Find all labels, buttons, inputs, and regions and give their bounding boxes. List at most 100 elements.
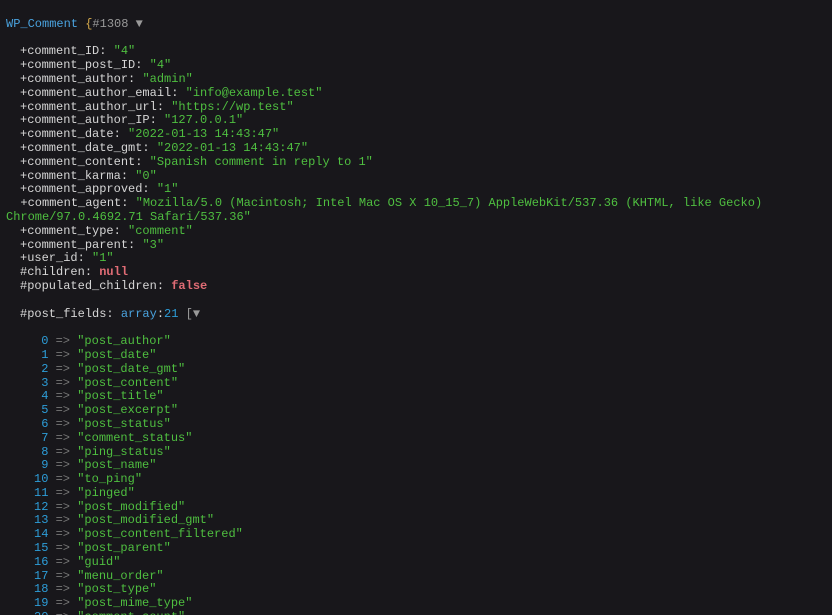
property-value: "4" bbox=[150, 58, 172, 72]
property-value: "2022-01-13 14:43:47" bbox=[128, 127, 279, 141]
array-index: 7 bbox=[34, 431, 48, 445]
property-row: +comment_author_IP: "127.0.0.1" bbox=[6, 114, 826, 128]
property-name: comment_type bbox=[27, 224, 113, 238]
array-index: 9 bbox=[34, 458, 48, 472]
array-item: 10 => "to_ping" bbox=[6, 473, 826, 487]
array-item: 4 => "post_title" bbox=[6, 390, 826, 404]
array-item: 7 => "comment_status" bbox=[6, 432, 826, 446]
arrow-icon: => bbox=[56, 569, 70, 583]
property-value: "info@example.test" bbox=[186, 86, 323, 100]
property-name: comment_approved bbox=[27, 182, 142, 196]
property-row: +comment_author_url: "https://wp.test" bbox=[6, 101, 826, 115]
array-item: 17 => "menu_order" bbox=[6, 570, 826, 584]
array-item: 14 => "post_content_filtered" bbox=[6, 528, 826, 542]
property-row: +comment_author: "admin" bbox=[6, 73, 826, 87]
dump-header[interactable]: WP_Comment {#1308 ▼ bbox=[6, 18, 826, 32]
property-value: null bbox=[99, 265, 128, 279]
property-name: comment_post_ID bbox=[27, 58, 135, 72]
object-id: #1308 bbox=[92, 17, 128, 31]
property-row: +comment_date_gmt: "2022-01-13 14:43:47" bbox=[6, 142, 826, 156]
property-row: +comment_approved: "1" bbox=[6, 183, 826, 197]
array-item: 11 => "pinged" bbox=[6, 487, 826, 501]
arrow-icon: => bbox=[56, 486, 70, 500]
property-row: #children: null bbox=[6, 266, 826, 280]
arrow-icon: => bbox=[56, 334, 70, 348]
array-index: 17 bbox=[34, 569, 48, 583]
array-value: "post_date_gmt" bbox=[77, 362, 185, 376]
array-count: 21 bbox=[164, 307, 178, 321]
array-index: 20 bbox=[34, 610, 48, 615]
array-value: "post_modified" bbox=[77, 500, 185, 514]
property-value: "3" bbox=[142, 238, 164, 252]
property-name: comment_author_email bbox=[27, 86, 171, 100]
property-row: +user_id: "1" bbox=[6, 252, 826, 266]
arrow-icon: => bbox=[56, 582, 70, 596]
property-name: comment_date bbox=[27, 127, 113, 141]
arrow-icon: => bbox=[56, 527, 70, 541]
array-value: "menu_order" bbox=[77, 569, 163, 583]
property-value: "Spanish comment in reply to 1" bbox=[150, 155, 373, 169]
property-row: +comment_content: "Spanish comment in re… bbox=[6, 156, 826, 170]
arrow-icon: => bbox=[56, 389, 70, 403]
arrow-icon: => bbox=[56, 403, 70, 417]
array-value: "post_type" bbox=[77, 582, 156, 596]
property-row: +comment_karma: "0" bbox=[6, 170, 826, 184]
property-name: comment_author_url bbox=[27, 100, 157, 114]
post-fields-header[interactable]: #post_fields: array:21 [▼ bbox=[6, 308, 826, 322]
array-item: 13 => "post_modified_gmt" bbox=[6, 514, 826, 528]
array-value: "post_modified_gmt" bbox=[77, 513, 214, 527]
array-index: 13 bbox=[34, 513, 48, 527]
vis-marker: + bbox=[20, 196, 27, 210]
property-name: comment_agent bbox=[28, 196, 122, 210]
array-index: 0 bbox=[34, 334, 48, 348]
property-name: comment_ID bbox=[27, 44, 99, 58]
array-index: 18 bbox=[34, 582, 48, 596]
array-index: 8 bbox=[34, 445, 48, 459]
arrow-icon: => bbox=[56, 541, 70, 555]
array-index: 15 bbox=[34, 541, 48, 555]
property-value: "https://wp.test" bbox=[171, 100, 293, 114]
array-value: "post_excerpt" bbox=[77, 403, 178, 417]
array-value: "comment_count" bbox=[77, 610, 185, 615]
property-name: user_id bbox=[27, 251, 77, 265]
array-value: "ping_status" bbox=[77, 445, 171, 459]
array-item: 1 => "post_date" bbox=[6, 349, 826, 363]
property-name: comment_karma bbox=[27, 169, 121, 183]
array-label: array bbox=[121, 307, 157, 321]
array-value: "guid" bbox=[77, 555, 120, 569]
array-value: "pinged" bbox=[77, 486, 135, 500]
arrow-icon: => bbox=[56, 472, 70, 486]
array-value: "post_date" bbox=[77, 348, 156, 362]
array-item: 15 => "post_parent" bbox=[6, 542, 826, 556]
array-item: 3 => "post_content" bbox=[6, 377, 826, 391]
property-row: #populated_children: false bbox=[6, 280, 826, 294]
array-value: "post_parent" bbox=[77, 541, 171, 555]
array-item: 18 => "post_type" bbox=[6, 583, 826, 597]
toggle-icon[interactable]: ▼ bbox=[193, 307, 200, 321]
array-index: 2 bbox=[34, 362, 48, 376]
property-name: comment_date_gmt bbox=[27, 141, 142, 155]
property-value: "127.0.0.1" bbox=[164, 113, 243, 127]
array-index: 6 bbox=[34, 417, 48, 431]
arrow-icon: => bbox=[56, 417, 70, 431]
property-row: +comment_post_ID: "4" bbox=[6, 59, 826, 73]
arrow-icon: => bbox=[56, 348, 70, 362]
array-item: 12 => "post_modified" bbox=[6, 501, 826, 515]
arrow-icon: => bbox=[56, 445, 70, 459]
toggle-icon[interactable]: ▼ bbox=[136, 17, 143, 31]
arrow-icon: => bbox=[56, 362, 70, 376]
array-item: 19 => "post_mime_type" bbox=[6, 597, 826, 611]
array-index: 10 bbox=[34, 472, 48, 486]
arrow-icon: => bbox=[56, 431, 70, 445]
arrow-icon: => bbox=[56, 500, 70, 514]
property-row: +comment_agent: "Mozilla/5.0 (Macintosh;… bbox=[6, 197, 826, 225]
array-value: "comment_status" bbox=[77, 431, 192, 445]
array-value: "post_name" bbox=[77, 458, 156, 472]
property-name: children bbox=[27, 265, 85, 279]
property-row: +comment_parent: "3" bbox=[6, 239, 826, 253]
property-name: post_fields bbox=[27, 307, 106, 321]
array-index: 5 bbox=[34, 403, 48, 417]
array-index: 4 bbox=[34, 389, 48, 403]
array-index: 19 bbox=[34, 596, 48, 610]
property-row: +comment_type: "comment" bbox=[6, 225, 826, 239]
